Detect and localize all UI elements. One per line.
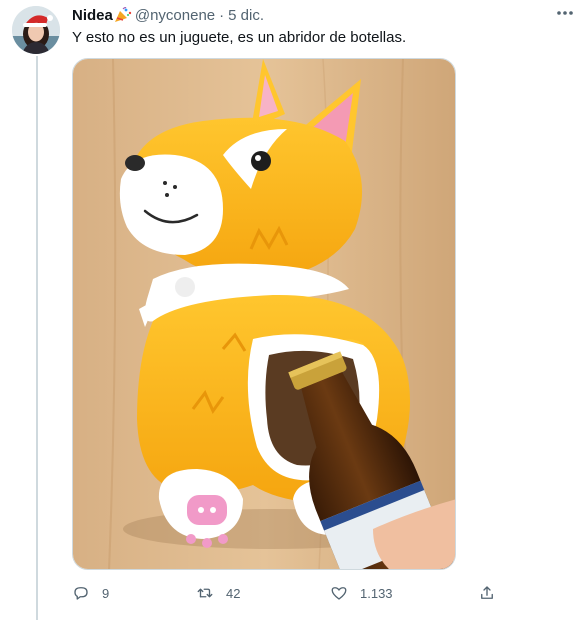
- corgi-bottle-opener-image: [73, 59, 455, 569]
- retweet-button[interactable]: 42: [196, 580, 240, 606]
- more-icon: [557, 11, 573, 15]
- share-icon: [481, 586, 493, 599]
- party-popper-icon: [114, 7, 132, 23]
- tweet-text: Y esto no es un juguete, es un abridor d…: [72, 29, 407, 46]
- header-separator: ·: [219, 6, 225, 24]
- author-handle[interactable]: @nyconene: [135, 7, 215, 24]
- tweet-date[interactable]: 5 dic.: [228, 7, 264, 24]
- avatar[interactable]: [12, 6, 60, 54]
- reply-icon: [74, 587, 88, 600]
- like-button[interactable]: 1.133: [330, 580, 393, 606]
- like-count: 1.133: [360, 585, 393, 601]
- thread-line: [36, 56, 38, 620]
- share-button[interactable]: [478, 580, 496, 606]
- retweet-icon: [197, 588, 213, 598]
- tweet-image[interactable]: [72, 58, 456, 570]
- tweet-actions: 9 42 1.133: [72, 580, 502, 606]
- heart-icon: [331, 587, 347, 600]
- more-options-button[interactable]: [552, 2, 578, 24]
- reply-button[interactable]: 9: [72, 580, 109, 606]
- retweet-count: 42: [226, 585, 241, 601]
- reply-count: 9: [102, 585, 110, 601]
- tweet-header: Nidea @nyconene · 5 dic.: [72, 6, 264, 24]
- author-name[interactable]: Nidea: [72, 7, 113, 24]
